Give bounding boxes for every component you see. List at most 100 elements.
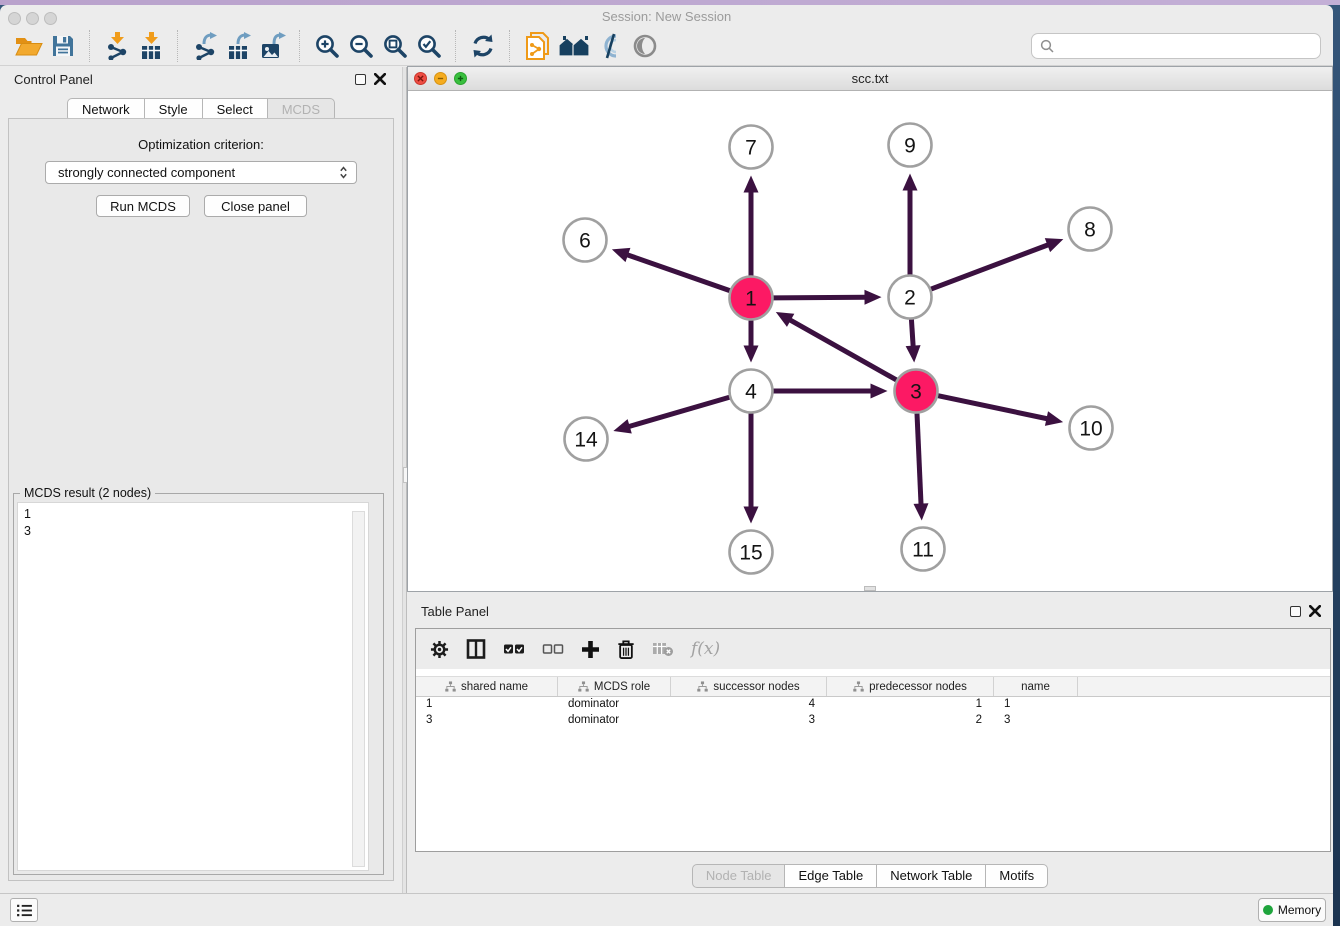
show-panels-eye-icon[interactable] [628,29,662,63]
network-view-resize-handle[interactable] [864,586,876,591]
control-panel-header: Control Panel [0,67,402,93]
new-network-icon[interactable] [520,29,554,63]
horizontal-splitter[interactable] [407,592,1333,599]
tab-motifs[interactable]: Motifs [985,864,1048,888]
table-cell: dominator [558,713,671,729]
delete-table-icon[interactable] [652,641,674,657]
criterion-dropdown[interactable]: strongly connected component [45,161,357,184]
close-panel-icon[interactable] [374,73,386,85]
save-session-icon[interactable] [46,29,80,63]
toolbar-separator [177,30,179,62]
graph-edge-3-11[interactable] [917,413,921,505]
optimization-criterion-label: Optimization criterion: [9,137,393,152]
mcds-result-values: 1 3 [24,506,31,540]
select-all-columns-icon[interactable] [503,642,525,656]
column-type-icon [697,681,708,692]
toolbar-separator [89,30,91,62]
graph-node-label-8: 8 [1084,219,1096,242]
graph-edge-1-6[interactable] [626,254,730,290]
column-header-name[interactable]: name [994,677,1078,696]
node-table: shared nameMCDS rolesuccessor nodesprede… [416,676,1330,729]
graph-edge-3-10[interactable] [938,396,1048,419]
network-view[interactable]: 7968124314101511 [408,91,1332,591]
gear-icon[interactable] [430,640,449,659]
table-panel-title: Table Panel [421,604,489,619]
graph-edge-1-2[interactable] [773,297,866,298]
column-header-predecessor-nodes[interactable]: predecessor nodes [827,677,994,696]
home-layout-icon[interactable] [554,29,594,63]
graph-edge-arrowhead [1045,238,1064,252]
float-panel-icon[interactable] [1290,606,1301,617]
table-row[interactable]: 3dominator323 [416,713,1330,729]
search-input[interactable] [1060,38,1312,55]
delete-column-icon[interactable] [617,639,635,660]
tab-network-table[interactable]: Network Table [876,864,986,888]
function-builder-icon[interactable]: f(x) [691,639,720,659]
table-cell: 2 [827,713,994,729]
mcds-result-title: MCDS result (2 nodes) [20,486,155,500]
run-mcds-button[interactable]: Run MCDS [96,195,190,217]
memory-button[interactable]: Memory [1258,898,1326,922]
column-header-MCDS-role[interactable]: MCDS role [558,677,671,696]
close-panel-button[interactable]: Close panel [204,195,307,217]
table-tabs: Node TableEdge TableNetwork TableMotifs [407,864,1333,888]
graph-node-label-11: 11 [912,539,934,562]
graph-edge-2-8[interactable] [931,244,1049,289]
graph-edge-arrowhead [612,248,631,262]
table-row[interactable]: 1dominator411 [416,697,1330,713]
zoom-in-icon[interactable] [310,29,344,63]
zoom-out-icon[interactable] [344,29,378,63]
column-header-successor-nodes[interactable]: successor nodes [671,677,827,696]
split-columns-icon[interactable] [466,639,486,659]
export-table-icon[interactable] [222,29,256,63]
graph-node-label-15: 15 [739,542,762,565]
graph-edge-arrowhead [864,290,881,305]
tab-node-table[interactable]: Node Table [692,864,786,888]
table-cell: 4 [671,697,827,713]
control-panel-title: Control Panel [14,72,93,87]
graph-node-label-4: 4 [745,381,757,404]
window-title: Session: New Session [0,9,1333,24]
hide-panels-icon[interactable] [594,29,628,63]
graph-edge-arrowhead [744,346,759,363]
close-panel-icon[interactable] [1309,605,1321,617]
toolbar-separator [509,30,511,62]
import-network-icon[interactable] [100,29,134,63]
graph-edge-4-14[interactable] [628,397,730,427]
zoom-fit-icon[interactable] [378,29,412,63]
search-icon [1040,39,1054,53]
float-panel-icon[interactable] [355,74,366,85]
main-titlebar: Session: New Session [0,5,1333,27]
table-cell: dominator [558,697,671,713]
network-frame-titlebar: scc.txt [408,67,1332,91]
export-image-icon[interactable] [256,29,290,63]
toolbar-separator [299,30,301,62]
mcds-tab-content: Optimization criterion: strongly connect… [8,118,394,881]
node-table-rows: 1dominator4113dominator323 [416,697,1330,729]
refresh-icon[interactable] [466,29,500,63]
deselect-all-columns-icon[interactable] [542,642,564,656]
column-header-shared-name[interactable]: shared name [416,677,558,696]
tab-edge-table[interactable]: Edge Table [784,864,877,888]
zoom-selected-icon[interactable] [412,29,446,63]
criterion-dropdown-value: strongly connected component [58,165,339,180]
search-box[interactable] [1031,33,1321,59]
mcds-result-textarea[interactable]: 1 3 [17,502,369,871]
graph-edge-3-1[interactable] [789,319,897,380]
graph-edge-2-3[interactable] [911,319,913,347]
table-cell: 1 [827,697,994,713]
result-scrollbar[interactable] [352,511,365,867]
add-column-icon[interactable] [581,640,600,659]
table-cell: 1 [416,697,558,713]
graph-node-label-10: 10 [1079,418,1102,441]
graph-edge-arrowhead [871,384,888,399]
export-network-icon[interactable] [188,29,222,63]
graph-edge-arrowhead [613,419,631,433]
column-type-icon [578,681,589,692]
import-table-icon[interactable] [134,29,168,63]
open-file-icon[interactable] [12,29,46,63]
table-cell: 1 [994,697,1078,713]
task-history-button[interactable] [10,898,38,922]
graph-node-label-7: 7 [745,137,757,160]
status-bar: Memory [0,893,1333,926]
